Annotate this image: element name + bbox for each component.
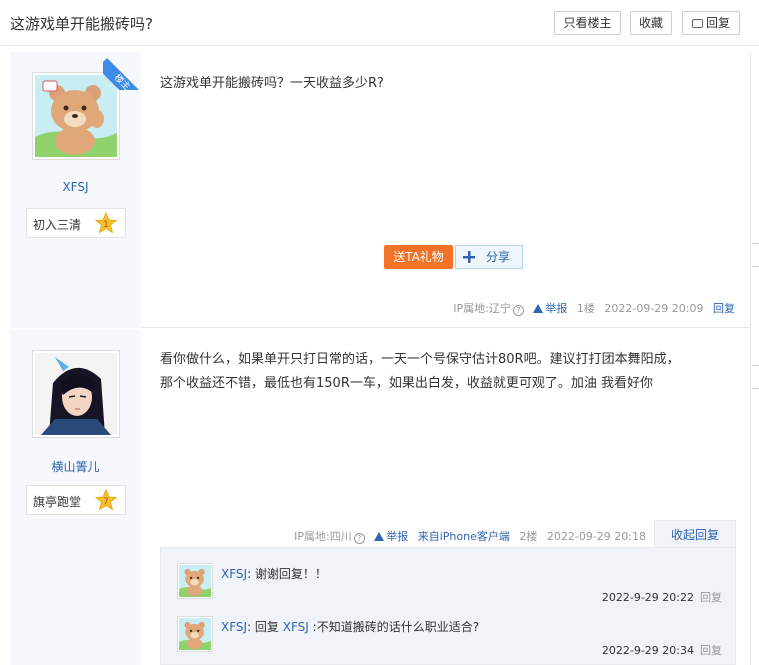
share-button[interactable]: 分享 xyxy=(455,245,523,269)
star-icon: 1 xyxy=(95,212,117,234)
thread-title: 这游戏单开能搬砖吗? xyxy=(10,15,153,33)
post-content: 这游戏单开能搬砖吗？一天收益多少R? xyxy=(160,76,384,91)
reply-body: :不知道搬砖的话什么职业适合? xyxy=(308,620,480,634)
star-icon: 7 xyxy=(95,489,117,511)
floor-number: 1楼 xyxy=(576,302,595,315)
floor-number: 2楼 xyxy=(519,530,538,543)
reply-time: 2022-9-29 20:22 xyxy=(601,591,694,604)
reply-user[interactable]: XFSJ xyxy=(221,567,247,581)
level-name: 旗亭跑堂 xyxy=(33,495,82,509)
reply-meta: 2022-9-29 20:22 回复 xyxy=(602,589,722,605)
only-op-button[interactable]: 只看楼主 xyxy=(554,11,621,35)
send-gift-button[interactable]: 送TA礼物 xyxy=(384,245,453,269)
post-content: 看你做什么，如果单开只打日常的话，一天一个号保守估计80R吧。建议打打团本舞阳成… xyxy=(160,348,750,396)
reply-time: 2022-9-29 20:34 xyxy=(601,644,694,657)
reply-prefix: : 回复 xyxy=(247,620,283,634)
reply-text: XFSJ: 回复 XFSJ :不知道搬砖的话什么职业适合? xyxy=(221,618,479,635)
collapse-replies-button[interactable]: 收起回复 xyxy=(654,520,736,548)
thread-header: 这游戏单开能搬砖吗? 只看楼主 收藏 回复 xyxy=(0,0,759,46)
level-badge[interactable]: 初入三清 1 xyxy=(26,208,126,238)
edge-tick xyxy=(752,388,759,389)
comment-icon xyxy=(691,19,703,28)
avatar[interactable] xyxy=(177,616,213,652)
reply-button[interactable]: 回复 xyxy=(682,11,740,35)
author-sidebar: 横山箐儿 旗亭跑堂 7 xyxy=(10,330,141,665)
client-source-link[interactable]: 来自iPhone客户端 xyxy=(418,530,510,543)
reply-target-user[interactable]: XFSJ xyxy=(283,620,309,634)
op-badge: 楼主 xyxy=(103,52,141,90)
reply-meta: 2022-9-29 20:34 回复 xyxy=(602,642,722,658)
edge-tick xyxy=(752,266,759,267)
level-badge[interactable]: 旗亭跑堂 7 xyxy=(26,485,126,515)
report-link[interactable]: 举报 xyxy=(533,302,567,315)
post-content-line: 那个收益还不错，最低也有150R一车，如果出白发，收益就更可观了。加油 我看好你 xyxy=(160,376,653,391)
post-floor-2: 横山箐儿 旗亭跑堂 7 看你做什么，如果单开只打日常的话，一天一个号保守估计80… xyxy=(10,330,750,665)
reply-link[interactable]: 回复 xyxy=(700,644,722,657)
share-label: 分享 xyxy=(486,250,511,264)
warning-icon xyxy=(374,532,385,541)
page-edge-divider xyxy=(750,52,751,665)
post-meta: IP属地:四川? 举报 来自iPhone客户端 2楼 2022-09-29 20… xyxy=(288,528,646,544)
author-name[interactable]: 横山箐儿 xyxy=(10,458,141,475)
author-name[interactable]: XFSJ xyxy=(10,180,141,194)
help-icon[interactable]: ? xyxy=(353,533,365,544)
reply-button-label: 回复 xyxy=(705,16,730,30)
reply-link[interactable]: 回复 xyxy=(700,591,722,604)
reply-body: : 谢谢回复！！ xyxy=(247,567,327,581)
reply-user[interactable]: XFSJ xyxy=(221,620,247,634)
bear-avatar-icon xyxy=(179,565,211,597)
warning-icon xyxy=(533,304,544,313)
list-item: XFSJ: 回复 XFSJ :不知道搬砖的话什么职业适合? 2022-9-29 … xyxy=(177,616,722,665)
list-item: XFSJ: 谢谢回复！！ 2022-9-29 20:22 回复 xyxy=(177,563,722,621)
level-number: 7 xyxy=(103,497,109,507)
sub-replies-panel: XFSJ: 谢谢回复！！ 2022-9-29 20:22 回复 XFSJ: 回复 … xyxy=(160,547,736,665)
edge-tick xyxy=(752,243,759,244)
reply-text: XFSJ: 谢谢回复！！ xyxy=(221,565,327,582)
ip-location: IP属地:四川 xyxy=(294,530,352,543)
edge-tick xyxy=(752,365,759,366)
plus-icon xyxy=(463,251,475,263)
help-icon[interactable]: ? xyxy=(512,305,524,316)
reply-link[interactable]: 回复 xyxy=(713,302,735,315)
level-number: 1 xyxy=(103,220,109,230)
author-sidebar: XFSJ 初入三清 1 楼主 xyxy=(10,52,141,328)
post-time: 2022-09-29 20:09 xyxy=(604,302,704,315)
favorite-button[interactable]: 收藏 xyxy=(630,11,672,35)
avatar[interactable] xyxy=(32,350,120,438)
post-time: 2022-09-29 20:18 xyxy=(546,530,646,543)
op-badge-label: 楼主 xyxy=(103,58,141,90)
post-content-line: 看你做什么，如果单开只打日常的话，一天一个号保守估计80R吧。建议打打团本舞阳成… xyxy=(160,352,680,367)
ip-location: IP属地:辽宁 xyxy=(453,302,511,315)
report-link[interactable]: 举报 xyxy=(374,530,408,543)
bear-avatar-icon xyxy=(179,618,211,650)
post-meta: IP属地:辽宁? 举报 1楼 2022-09-29 20:09 回复 xyxy=(447,300,735,316)
post-floor-1: XFSJ 初入三清 1 楼主 这游戏单开能搬砖吗？一天收益多少R? 送TA礼物 … xyxy=(10,52,750,328)
level-name: 初入三清 xyxy=(33,218,82,232)
warrior-avatar-icon xyxy=(35,353,117,435)
avatar[interactable] xyxy=(177,563,213,599)
